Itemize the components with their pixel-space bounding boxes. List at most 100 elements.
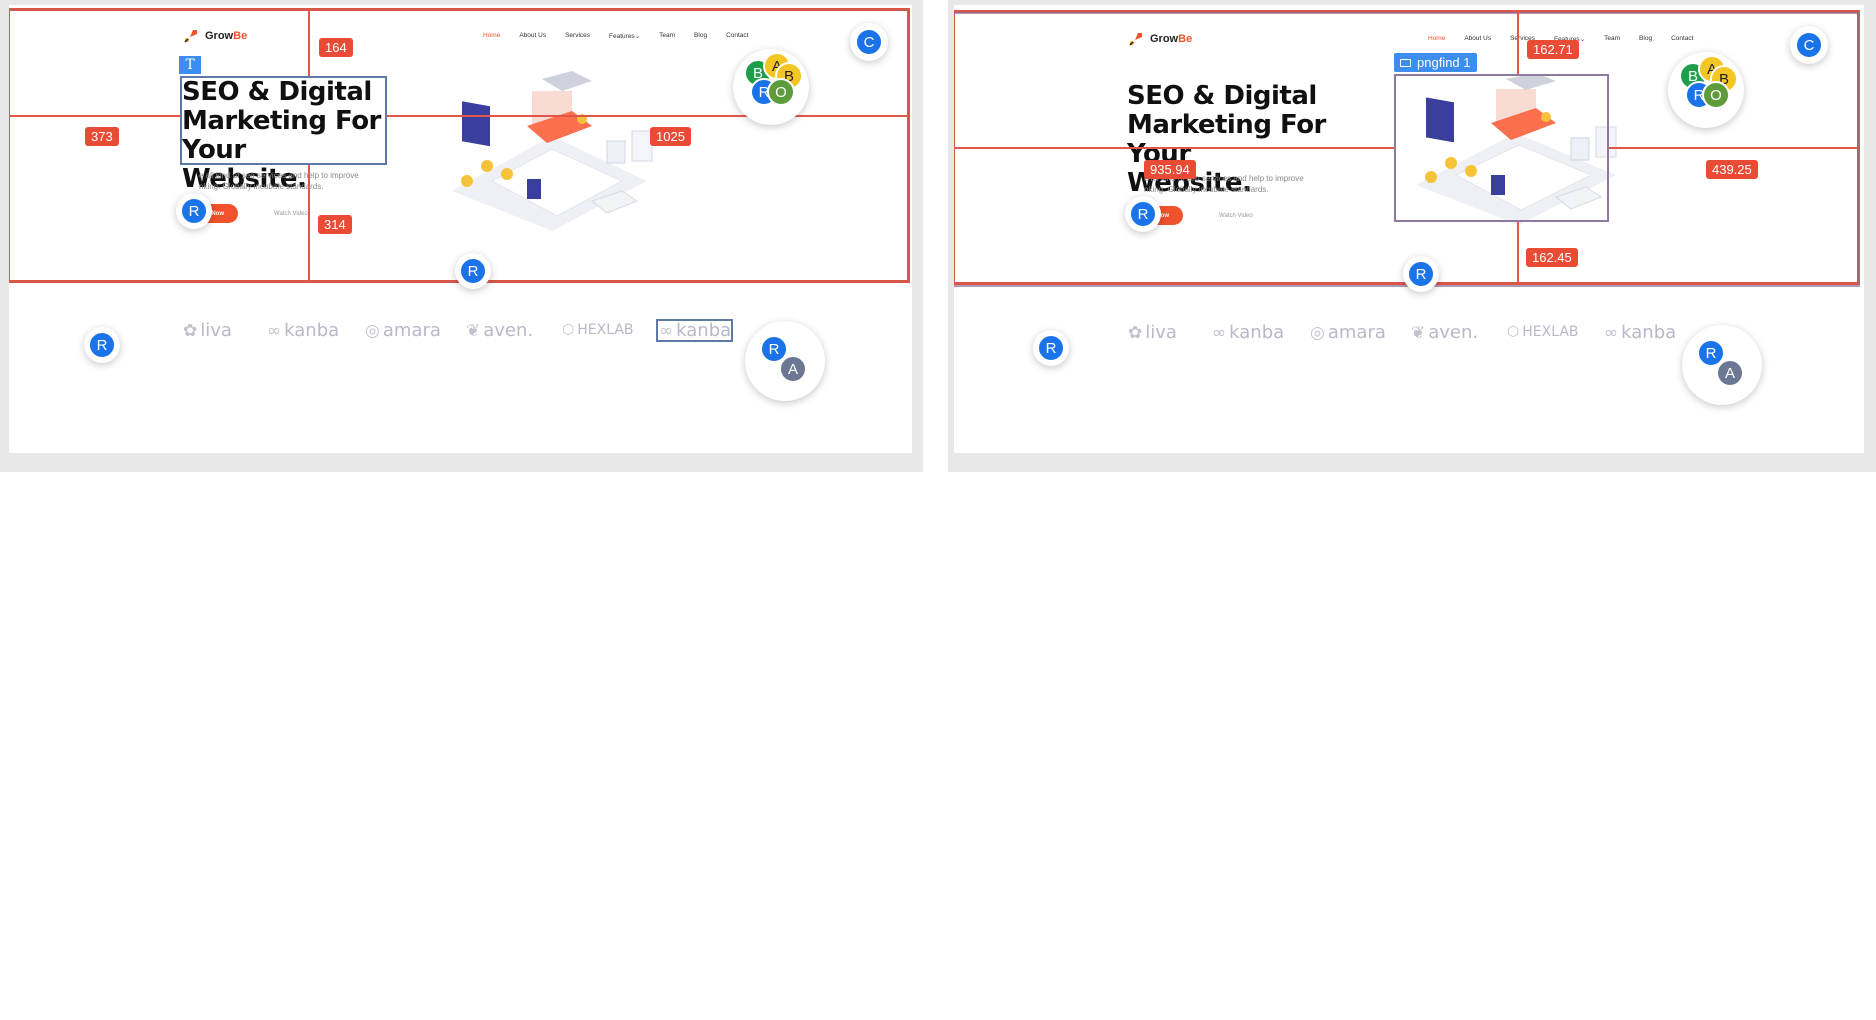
hero-illustration[interactable]	[432, 71, 682, 231]
site-logo[interactable]: GrowBe	[183, 28, 247, 44]
nav-services[interactable]: Services	[565, 32, 590, 40]
logo-selection-box	[656, 319, 733, 342]
rings-logo-icon: ∞	[1212, 322, 1227, 343]
watch-video-link[interactable]: Watch Video	[274, 211, 308, 217]
nav-blog[interactable]: Blog	[1639, 35, 1652, 43]
collaborator-avatar[interactable]: A	[779, 355, 807, 383]
frame-icon	[1400, 58, 1411, 67]
distance-label-top: 162.71	[1527, 40, 1579, 59]
hero-subtitle: e all kind of seo services and help to i…	[199, 170, 359, 192]
partner-logo: ∞ kanba	[1212, 322, 1284, 343]
partner-name: kanba	[284, 320, 340, 341]
text-selection-box	[180, 76, 387, 165]
collaborator-avatar[interactable]: R	[459, 257, 487, 285]
layer-name-tag: pngfind 1	[1394, 53, 1477, 72]
guide-line-bottom	[308, 165, 310, 283]
partner-name: HEXLAB	[577, 322, 634, 338]
site-logo[interactable]: GrowBe	[1128, 31, 1192, 47]
distance-label-bottom: 162.45	[1526, 248, 1578, 267]
guide-line-right	[1609, 147, 1859, 149]
chevron-down-icon: ⌄	[634, 33, 641, 40]
partner-name: kanba	[1621, 322, 1677, 343]
image-selection-box	[1394, 74, 1609, 222]
collaborator-avatar[interactable]: R	[1129, 200, 1157, 228]
nav-home[interactable]: Home	[483, 32, 500, 40]
partner-logo: ⬡ HEXLAB	[562, 322, 634, 338]
watch-video-link: Watch Video	[1219, 213, 1253, 219]
text-layer-icon: T	[179, 56, 201, 74]
at-logo-icon: ◎	[365, 320, 380, 341]
rocket-logo-icon	[183, 28, 199, 44]
frame-preview-left[interactable]: GrowBe Home About Us Services Features⌄ …	[9, 5, 912, 453]
hero-subtitle-line: nking. Globally incubate standards.	[1144, 185, 1269, 194]
nav-about[interactable]: About Us	[519, 32, 546, 40]
guide-line-bottom	[1517, 222, 1519, 285]
partner-name: HEXLAB	[1522, 324, 1579, 340]
partner-logo: ✿ liva	[183, 320, 232, 341]
collaborator-avatar[interactable]: R	[1037, 334, 1065, 362]
guide-line-left	[954, 147, 1394, 149]
leaf-logo-icon: ✿	[1128, 322, 1143, 343]
guide-line-left	[9, 115, 180, 117]
partner-logo: ⬡ HEXLAB	[1507, 324, 1579, 340]
guide-line-top	[308, 8, 310, 76]
partner-logo: ✿ liva	[1128, 322, 1177, 343]
collaborator-avatar[interactable]: O	[1702, 81, 1730, 109]
brand-name-first: Grow	[1150, 33, 1179, 45]
partner-logo: ❦ aven.	[466, 320, 533, 341]
distance-label-left: 373	[85, 127, 119, 146]
at-logo-icon: ◎	[1310, 322, 1325, 343]
collaborator-avatar[interactable]: R	[88, 331, 116, 359]
collaborator-avatar[interactable]: C	[1795, 31, 1823, 59]
hex-logo-icon: ⬡	[1507, 324, 1520, 340]
partner-name: aven.	[1428, 322, 1479, 343]
hero-subtitle-line: nking. Globally incubate standards.	[199, 182, 324, 191]
nav-home[interactable]: Home	[1428, 35, 1445, 43]
partner-name: amara	[1327, 322, 1386, 343]
rocket-logo-icon	[1128, 31, 1144, 47]
distance-label-bottom: 314	[318, 215, 352, 234]
rings-logo-icon: ∞	[1604, 322, 1619, 343]
guide-line-top	[1517, 10, 1519, 74]
partner-name: aven.	[483, 320, 534, 341]
distance-label-right: 439.25	[1706, 160, 1758, 179]
nav-features[interactable]: Features⌄	[609, 32, 640, 40]
hero-subtitle-line: e all kind of seo services and help to i…	[199, 171, 359, 180]
collaborator-avatar[interactable]: A	[1716, 359, 1744, 387]
nav-contact[interactable]: Contact	[726, 32, 748, 40]
partner-logo: ◎ amara	[1310, 322, 1386, 343]
nav-blog[interactable]: Blog	[694, 32, 707, 40]
partner-name: liva	[200, 320, 232, 341]
nav-team[interactable]: Team	[1604, 35, 1620, 43]
partner-name: kanba	[1229, 322, 1285, 343]
partner-name: amara	[382, 320, 441, 341]
partner-name: liva	[1145, 322, 1177, 343]
collaborator-avatar[interactable]: R	[1407, 260, 1435, 288]
distance-label-right: 1025	[650, 127, 691, 146]
partner-logo: ◎ amara	[365, 320, 441, 341]
brand-name-first: Grow	[205, 30, 234, 42]
drop-logo-icon: ❦	[466, 320, 481, 341]
brand-name-second: Be	[233, 30, 248, 42]
nav-about[interactable]: About Us	[1464, 35, 1491, 43]
distance-label-top: 164	[319, 38, 353, 57]
panel-gutter	[923, 0, 948, 472]
guide-line-right	[387, 115, 909, 117]
leaf-logo-icon: ✿	[183, 320, 198, 341]
collaborator-avatar[interactable]: C	[855, 28, 883, 56]
brand-name-second: Be	[1178, 33, 1193, 45]
site-nav: Home About Us Services Features⌄ Team Bl…	[483, 32, 748, 40]
hex-logo-icon: ⬡	[562, 322, 575, 338]
distance-label-left: 935.94	[1144, 160, 1196, 179]
layer-name-label: pngfind 1	[1417, 55, 1471, 70]
collaborator-avatar[interactable]: O	[767, 78, 795, 106]
drop-logo-icon: ❦	[1411, 322, 1426, 343]
collaborator-avatar[interactable]: R	[180, 197, 208, 225]
frame-preview-right[interactable]: GrowBe Home About Us Services Features⌄ …	[954, 5, 1864, 453]
partner-logo: ∞ kanba	[1604, 322, 1676, 343]
partner-logo: ∞ kanba	[267, 320, 339, 341]
hero-title-line: SEO & Digital	[1127, 81, 1317, 111]
rings-logo-icon: ∞	[267, 320, 282, 341]
nav-team[interactable]: Team	[659, 32, 675, 40]
nav-contact[interactable]: Contact	[1671, 35, 1693, 43]
